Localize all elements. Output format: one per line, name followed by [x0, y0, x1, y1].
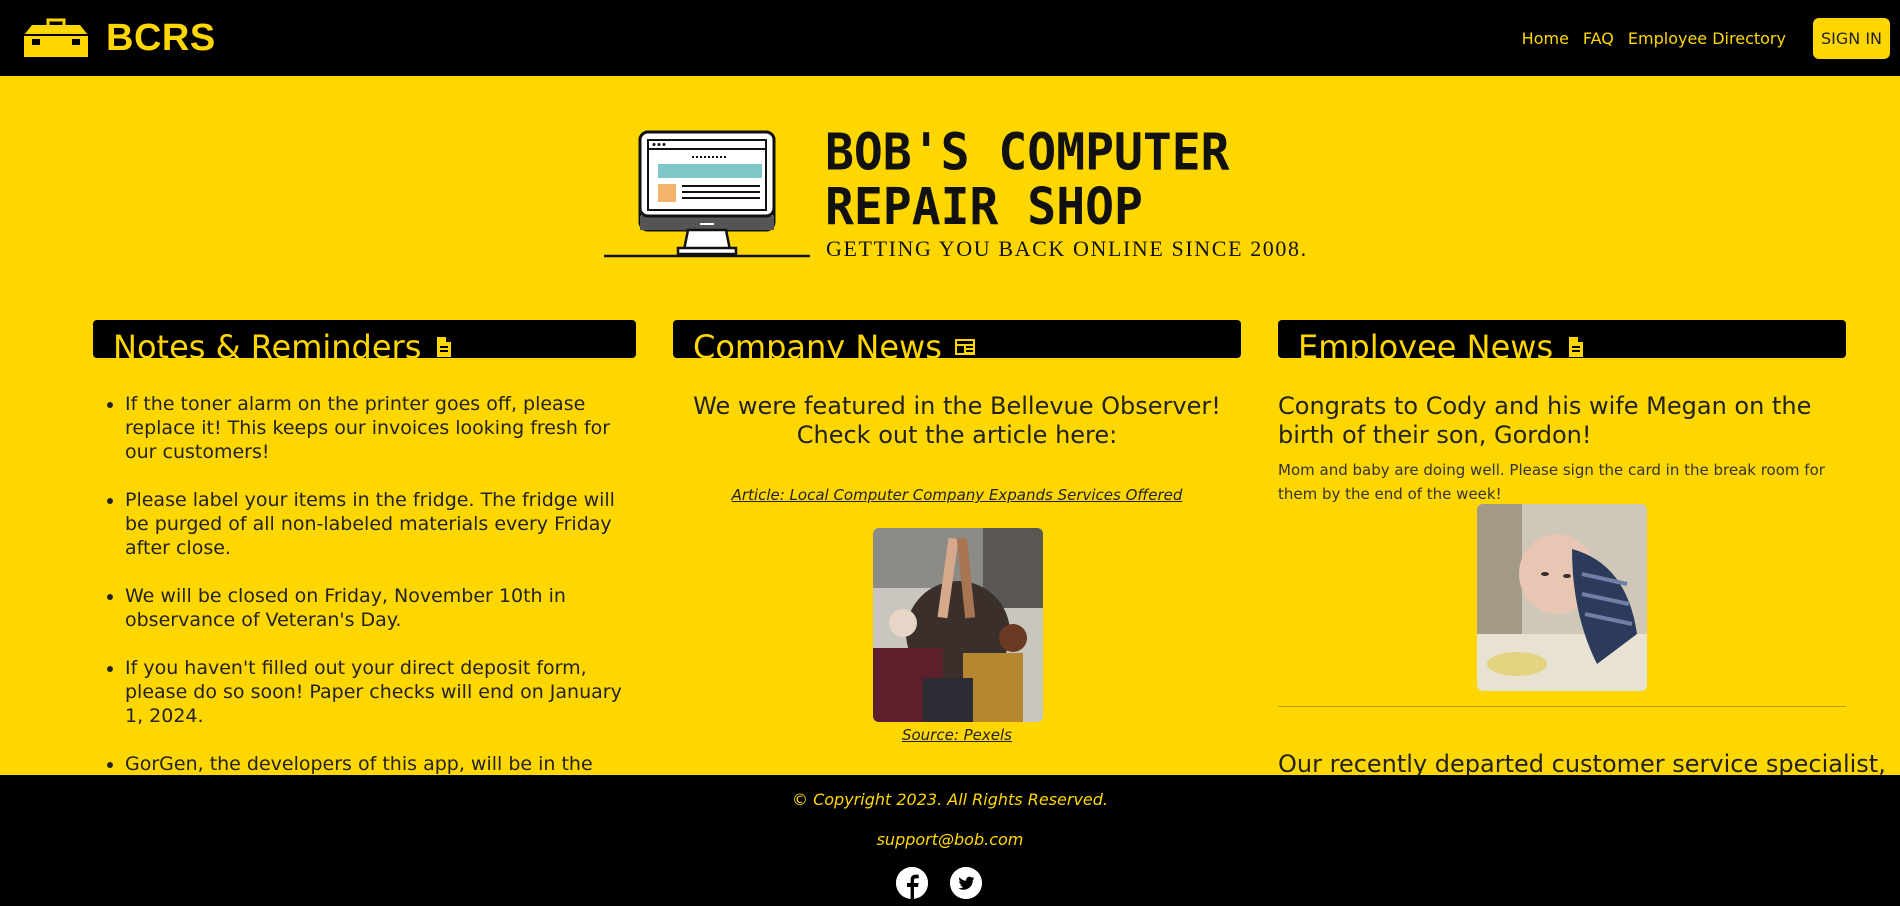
- hero-tagline: GETTING YOU BACK ONLINE SINCE 2008.: [826, 236, 1308, 261]
- company-news-headline: We were featured in the Bellevue Observe…: [693, 392, 1221, 449]
- document-icon: [437, 337, 452, 357]
- hero-logo: BOB'S COMPUTER REPAIR SHOP GETTING YOU B…: [600, 125, 1306, 263]
- facebook-icon: [896, 867, 928, 899]
- brand-name: BCRS: [106, 16, 216, 59]
- baby-photo: [1477, 504, 1647, 691]
- twitter-icon: [950, 867, 982, 899]
- nav-faq[interactable]: FAQ: [1583, 29, 1614, 48]
- list-item: If you haven't filled out your direct de…: [125, 656, 636, 728]
- hero-title: BOB'S COMPUTER REPAIR SHOP: [825, 125, 1230, 234]
- list-item: Please label your items in the fridge. T…: [125, 488, 636, 560]
- employee-news-section: Employee News Congrats to Cody and his w…: [1278, 320, 1886, 778]
- brand[interactable]: BCRS: [22, 17, 216, 60]
- footer: © Copyright 2023. All Rights Reserved. s…: [0, 775, 1900, 906]
- nav-links: Home FAQ Employee Directory SIGN IN: [1522, 0, 1900, 76]
- facebook-link[interactable]: [896, 867, 928, 899]
- article-link[interactable]: Article: Local Computer Company Expands …: [673, 486, 1241, 504]
- photo-source-link[interactable]: Source: Pexels: [673, 726, 1241, 744]
- notes-title: Notes & Reminders: [113, 328, 422, 366]
- notes-section: Notes & Reminders If the toner alarm on …: [93, 320, 636, 848]
- employee-news-title: Employee News: [1298, 328, 1554, 366]
- list-item: If the toner alarm on the printer goes o…: [125, 392, 636, 464]
- sign-in-button[interactable]: SIGN IN: [1812, 17, 1890, 59]
- notes-list: If the toner alarm on the printer goes o…: [93, 392, 636, 824]
- list-item: We will be closed on Friday, November 10…: [125, 584, 636, 632]
- employee-news-headline: Congrats to Cody and his wife Megan on t…: [1278, 392, 1812, 449]
- team-photo: [873, 528, 1043, 722]
- divider: [1278, 706, 1846, 707]
- company-news-title: Company News: [693, 328, 942, 366]
- twitter-link[interactable]: [950, 867, 982, 899]
- support-email-link[interactable]: support@bob.com: [0, 830, 1900, 849]
- company-news-section: Company News We were featured in the Bel…: [673, 320, 1241, 744]
- toolbox-icon: [24, 18, 88, 57]
- nav-employee-directory[interactable]: Employee Directory: [1628, 29, 1786, 48]
- company-news-header: Company News: [673, 320, 1241, 366]
- newspaper-icon: [954, 339, 975, 355]
- hero-title-line1: BOB'S COMPUTER: [825, 123, 1230, 183]
- document-icon: [1569, 337, 1584, 357]
- monitor-logo: [604, 130, 810, 258]
- notes-header: Notes & Reminders: [93, 320, 636, 366]
- employee-news-header: Employee News: [1278, 320, 1846, 366]
- navbar: BCRS Home FAQ Employee Directory SIGN IN: [0, 0, 1900, 76]
- nav-home[interactable]: Home: [1522, 29, 1569, 48]
- copyright-text: © Copyright 2023. All Rights Reserved.: [792, 790, 1108, 809]
- hero-title-line2: REPAIR SHOP: [825, 177, 1143, 237]
- employee-news-body: Mom and baby are doing well. Please sign…: [1278, 461, 1825, 503]
